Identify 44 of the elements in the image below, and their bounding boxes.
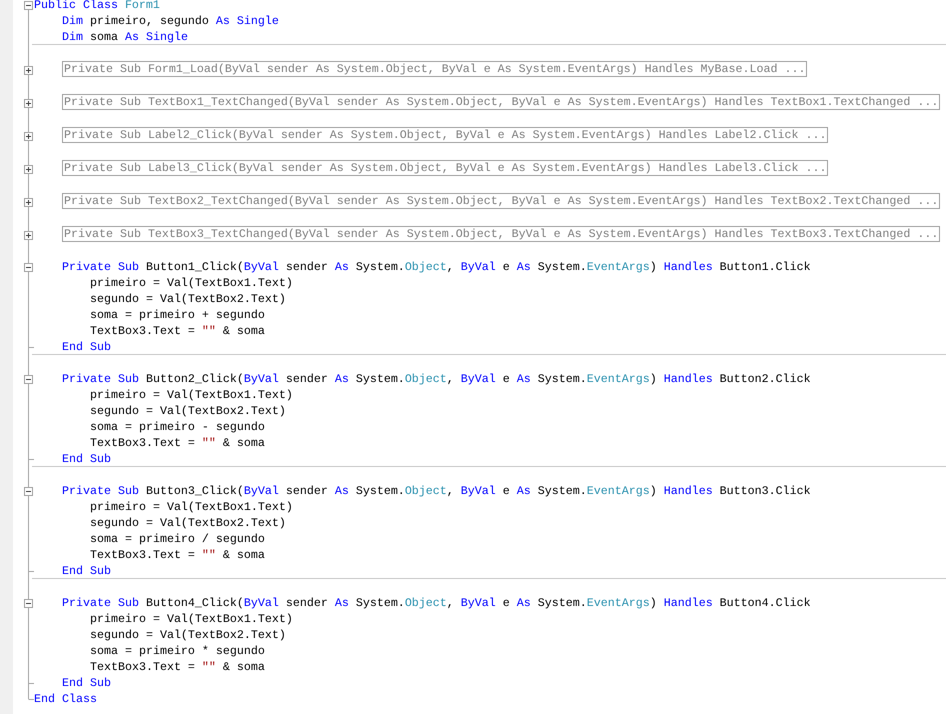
code-line: End Class: [34, 692, 97, 706]
code-line: Private Sub Button1_Click(ByVal sender As System.Object, ByVal e As System.EventArgs) Handles Button1.Click: [62, 260, 811, 274]
code-line: Private Sub Button4_Click(ByVal sender As System.Object, ByVal e As System.EventArgs) Handles Button4.Click: [62, 596, 811, 610]
code-line: Private Sub Button2_Click(ByVal sender As System.Object, ByVal e As System.EventArgs) Handles Button2.Click: [62, 372, 811, 386]
code-line: segundo = Val(TextBox2.Text): [90, 292, 286, 306]
code-line: primeiro = Val(TextBox1.Text): [90, 612, 293, 626]
collapsed-code-block[interactable]: Private Sub Label3_Click(ByVal sender As System.Object, ByVal e As System.EventArgs) Handles Label3.Click ...: [62, 160, 828, 176]
code-line: End Sub: [62, 564, 111, 578]
code-line: End Sub: [62, 676, 111, 690]
code-line: Dim soma As Single: [62, 30, 188, 44]
code-line: TextBox3.Text = "" & soma: [90, 660, 265, 674]
collapsed-code-block[interactable]: Private Sub Form1_Load(ByVal sender As System.Object, ByVal e As System.EventArgs) Handles MyBase.Load ...: [62, 61, 808, 77]
code-line: primeiro = Val(TextBox1.Text): [90, 500, 293, 514]
code-line: primeiro = Val(TextBox1.Text): [90, 388, 293, 402]
code-line: TextBox3.Text = "" & soma: [90, 436, 265, 450]
collapse-icon[interactable]: [24, 1, 33, 10]
code-line: Private Sub Button3_Click(ByVal sender As System.Object, ByVal e As System.EventArgs) Handles Button3.Click: [62, 484, 811, 498]
code-line: segundo = Val(TextBox2.Text): [90, 516, 286, 530]
code-line: Dim primeiro, segundo As Single: [62, 14, 279, 28]
collapsed-code-block[interactable]: Private Sub TextBox3_TextChanged(ByVal sender As System.Object, ByVal e As System.EventArgs) Handles TextBox3.TextChanged ...: [62, 226, 940, 242]
code-line: soma = primeiro / segundo: [90, 532, 265, 546]
collapsed-code-block[interactable]: Private Sub TextBox1_TextChanged(ByVal sender As System.Object, ByVal e As System.EventArgs) Handles TextBox1.TextChanged ...: [62, 94, 940, 110]
expand-icon[interactable]: [24, 231, 33, 240]
collapse-icon[interactable]: [24, 375, 33, 384]
expand-icon[interactable]: [24, 165, 33, 174]
expand-icon[interactable]: [24, 99, 33, 108]
code-line: segundo = Val(TextBox2.Text): [90, 628, 286, 642]
code-line: soma = primeiro * segundo: [90, 644, 265, 658]
collapse-icon[interactable]: [24, 487, 33, 496]
code-line: soma = primeiro + segundo: [90, 308, 265, 322]
collapse-icon[interactable]: [24, 599, 33, 608]
expand-icon[interactable]: [24, 132, 33, 141]
code-line: TextBox3.Text = "" & soma: [90, 324, 265, 338]
collapsed-code-block[interactable]: Private Sub TextBox2_TextChanged(ByVal sender As System.Object, ByVal e As System.EventArgs) Handles TextBox2.TextChanged ...: [62, 193, 940, 209]
code-line: TextBox3.Text = "" & soma: [90, 548, 265, 562]
expand-icon[interactable]: [24, 66, 33, 75]
collapsed-code-block[interactable]: Private Sub Label2_Click(ByVal sender As System.Object, ByVal e As System.EventArgs) Handles Label2.Click ...: [62, 127, 828, 143]
expand-icon[interactable]: [24, 198, 33, 207]
code-line: End Sub: [62, 340, 111, 354]
code-line: soma = primeiro - segundo: [90, 420, 265, 434]
code-line: segundo = Val(TextBox2.Text): [90, 404, 286, 418]
code-line: primeiro = Val(TextBox1.Text): [90, 276, 293, 290]
collapse-icon[interactable]: [24, 263, 33, 272]
code-line: End Sub: [62, 452, 111, 466]
